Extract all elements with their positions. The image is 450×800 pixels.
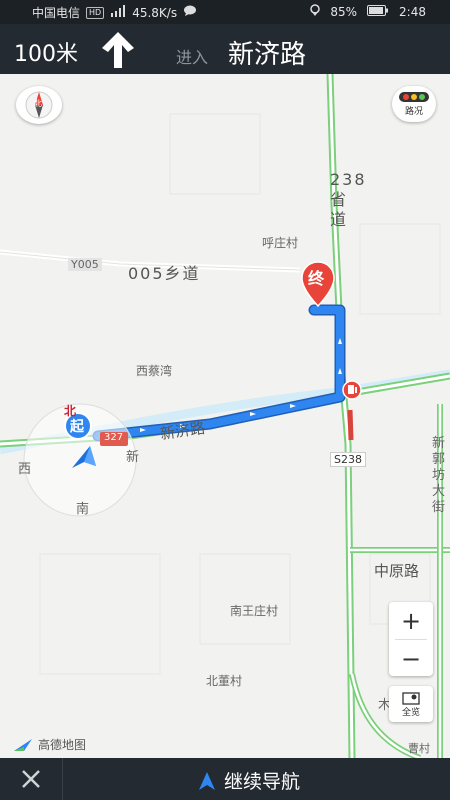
- close-icon: [22, 770, 40, 788]
- clock: 2:48: [399, 4, 426, 19]
- status-bar: 中国电信 HD 45.8K/s 85% 2:48: [0, 0, 450, 24]
- network-speed: 45.8K/s: [132, 5, 178, 20]
- next-road-name: 新济路: [228, 40, 307, 70]
- end-label: 终: [308, 269, 325, 288]
- overview-button[interactable]: 全览: [389, 686, 433, 722]
- message-icon: [183, 5, 197, 20]
- place-beidong: 北董村: [206, 674, 243, 688]
- zoom-out-button[interactable]: −: [389, 640, 433, 677]
- place-caocun: 曹村: [408, 742, 430, 755]
- place-nanwang: 南王庄村: [230, 604, 279, 618]
- zoom-in-button[interactable]: +: [389, 602, 433, 639]
- road-label-zhongyuan: 中原路: [374, 562, 420, 580]
- destination-marker: 终: [300, 260, 336, 312]
- navigation-instruction-bar: 100米 进入 新济路: [0, 24, 450, 74]
- signal-icon: [110, 5, 126, 20]
- enter-label: 进入: [176, 48, 209, 67]
- continue-navigation-label: 继续导航: [224, 771, 301, 793]
- map-view[interactable]: Y005 005乡道 238省道 呼庄村 西蔡湾 新济路 327 新 西 南 S…: [0, 74, 450, 758]
- traffic-toggle-button[interactable]: 路况: [392, 86, 436, 122]
- overview-icon: [402, 691, 420, 705]
- distance-to-turn: 100米: [14, 42, 78, 67]
- navigation-arrow-icon: [199, 771, 215, 790]
- road-shield-s238: S238: [330, 452, 366, 467]
- start-marker: 起 北: [60, 404, 104, 474]
- road-label-y005: Y005: [68, 258, 102, 271]
- location-icon: [310, 4, 321, 19]
- battery-icon: [367, 4, 389, 19]
- straight-arrow-icon: [100, 30, 136, 70]
- compass-north-label: 北: [34, 99, 42, 108]
- amap-logo-icon: [14, 738, 32, 751]
- place-huzhuang: 呼庄村: [262, 236, 299, 250]
- gas-station-icon: [342, 380, 362, 404]
- bottom-bar: 继续导航: [0, 758, 450, 800]
- road-label-side-right: 新郭坊大街: [432, 436, 446, 515]
- traffic-light-icon: [399, 91, 429, 102]
- battery-percent: 85%: [330, 4, 358, 19]
- traffic-label: 路况: [404, 106, 423, 117]
- continue-navigation-button[interactable]: 继续导航: [198, 767, 300, 794]
- carrier-label: 中国电信: [32, 6, 81, 20]
- road-label-shengdao: 238省道: [330, 170, 367, 229]
- place-xi: 西: [18, 462, 32, 477]
- road-label-xin-side: 新: [126, 450, 140, 465]
- start-north-label: 北: [64, 404, 77, 418]
- amap-logo: 高德地图: [12, 736, 86, 753]
- amap-logo-text: 高德地图: [38, 738, 87, 752]
- compass-button[interactable]: 北: [16, 86, 62, 124]
- road-label-xiangdao: 005乡道: [128, 264, 201, 283]
- place-nan: 南: [76, 502, 90, 517]
- place-xicaiwan: 西蔡湾: [136, 364, 173, 378]
- exit-navigation-button[interactable]: [0, 758, 63, 800]
- start-label: 起: [70, 419, 84, 435]
- zoom-controls: + −: [389, 602, 433, 676]
- road-shield-327: 327: [104, 432, 124, 443]
- hd-badge: HD: [86, 6, 105, 19]
- overview-label: 全览: [401, 707, 420, 718]
